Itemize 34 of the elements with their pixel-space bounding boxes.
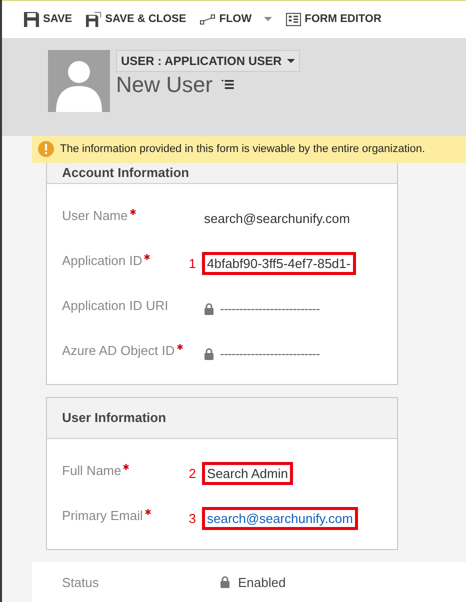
toolbar-button[interactable]: FLOW bbox=[200, 12, 272, 27]
lock-icon bbox=[204, 348, 214, 360]
field-value[interactable]: Search Admin bbox=[202, 462, 293, 485]
toolbar-button[interactable]: SAVE bbox=[24, 12, 72, 27]
field-label: Application ID bbox=[62, 253, 142, 268]
form-selector[interactable]: USER : APPLICATION USER bbox=[116, 50, 300, 72]
toolbar-button[interactable]: FORM EDITOR bbox=[286, 12, 382, 27]
field-value[interactable]: 4bfabf90-3ff5-4ef7-85d1- bbox=[202, 252, 356, 275]
record-title: New User bbox=[116, 72, 213, 98]
email-link[interactable]: search@searchunify.com bbox=[202, 507, 358, 530]
field-label: Status bbox=[62, 574, 100, 590]
form-icon bbox=[286, 12, 301, 27]
avatar-icon bbox=[48, 50, 110, 112]
field-value: -------------------------- bbox=[220, 301, 320, 316]
annotation-number: 1 bbox=[188, 256, 196, 271]
field-label: Full Name bbox=[62, 463, 122, 478]
annotation-number: 2 bbox=[188, 466, 196, 481]
section-header: User Information bbox=[47, 398, 397, 439]
field-value: -------------------------- bbox=[220, 346, 320, 361]
toolbar-button[interactable]: SAVE & CLOSE bbox=[86, 12, 186, 27]
field-label: User Name bbox=[62, 208, 128, 223]
caret-icon bbox=[286, 58, 295, 63]
notification-text: The information provided in this form is viewable by the entire organization. bbox=[60, 143, 426, 156]
warning-icon bbox=[38, 141, 54, 158]
menu-icon[interactable] bbox=[220, 80, 234, 90]
lock-icon bbox=[204, 302, 214, 314]
field-value: Enabled bbox=[238, 574, 286, 590]
field-label: Azure AD Object ID bbox=[62, 343, 175, 358]
field-value[interactable]: search@searchunify.com bbox=[204, 211, 350, 226]
section-header: Account Information bbox=[47, 163, 397, 184]
field-label: Primary Email bbox=[62, 508, 143, 523]
field-label: Application ID URI bbox=[62, 298, 168, 313]
flow-icon bbox=[200, 12, 216, 27]
annotation-number: 3 bbox=[188, 511, 196, 526]
